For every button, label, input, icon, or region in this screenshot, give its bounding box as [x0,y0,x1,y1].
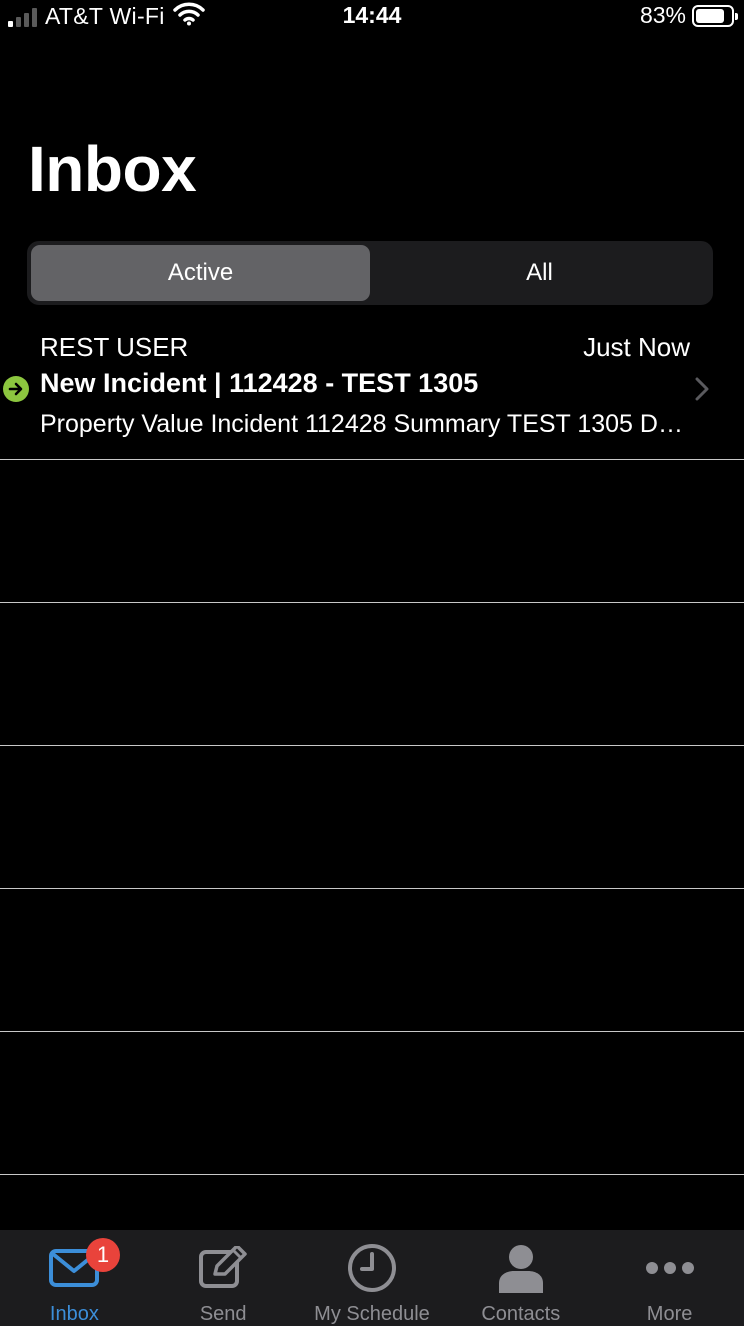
message-subject: New Incident | 112428 - TEST 1305 [40,368,479,398]
tab-send[interactable]: Send [149,1230,298,1326]
empty-list-row [0,1032,744,1175]
tab-label: Send [199,1303,247,1325]
tab-my-schedule[interactable]: My Schedule [298,1230,447,1326]
segment-all[interactable]: All [370,245,709,301]
message-row[interactable]: REST USER Just Now New Incident | 112428… [0,318,744,460]
clock-time: 14:44 [342,2,402,28]
tab-label: Contacts [481,1303,561,1325]
empty-list-row [0,603,744,746]
page-title: Inbox [28,133,197,205]
message-time: Just Now [583,332,690,362]
status-right: 83% [639,2,738,29]
compose-icon [197,1244,249,1292]
person-icon [498,1244,544,1293]
tab-label: My Schedule [314,1303,430,1325]
unread-count-badge: 1 [86,1238,120,1272]
empty-list-row [0,889,744,1032]
message-sender: REST USER [40,332,189,362]
ellipsis-icon [645,1244,695,1292]
arrow-circle-right-icon [3,376,29,402]
status-bar: AT&T Wi-Fi 14:44 83% [0,0,744,34]
inbox-filter-segmented-control: Active All [27,241,713,305]
chevron-right-icon [694,376,710,407]
empty-list-row [0,460,744,603]
tab-inbox[interactable]: 1 Inbox [0,1230,149,1326]
tab-more[interactable]: More [595,1230,744,1326]
clock-icon [347,1244,397,1292]
message-preview: Property Value Incident 112428 Summary T… [40,410,690,438]
tab-contacts[interactable]: Contacts [446,1230,595,1326]
tab-label: Inbox [49,1303,99,1325]
battery-percent: 83% [639,2,686,28]
segment-active[interactable]: Active [31,245,370,301]
battery-icon [692,4,738,27]
tab-label: More [646,1303,693,1325]
tab-bar: 1 Inbox Send My Schedule Contacts More [0,1230,744,1326]
empty-list-row [0,746,744,889]
